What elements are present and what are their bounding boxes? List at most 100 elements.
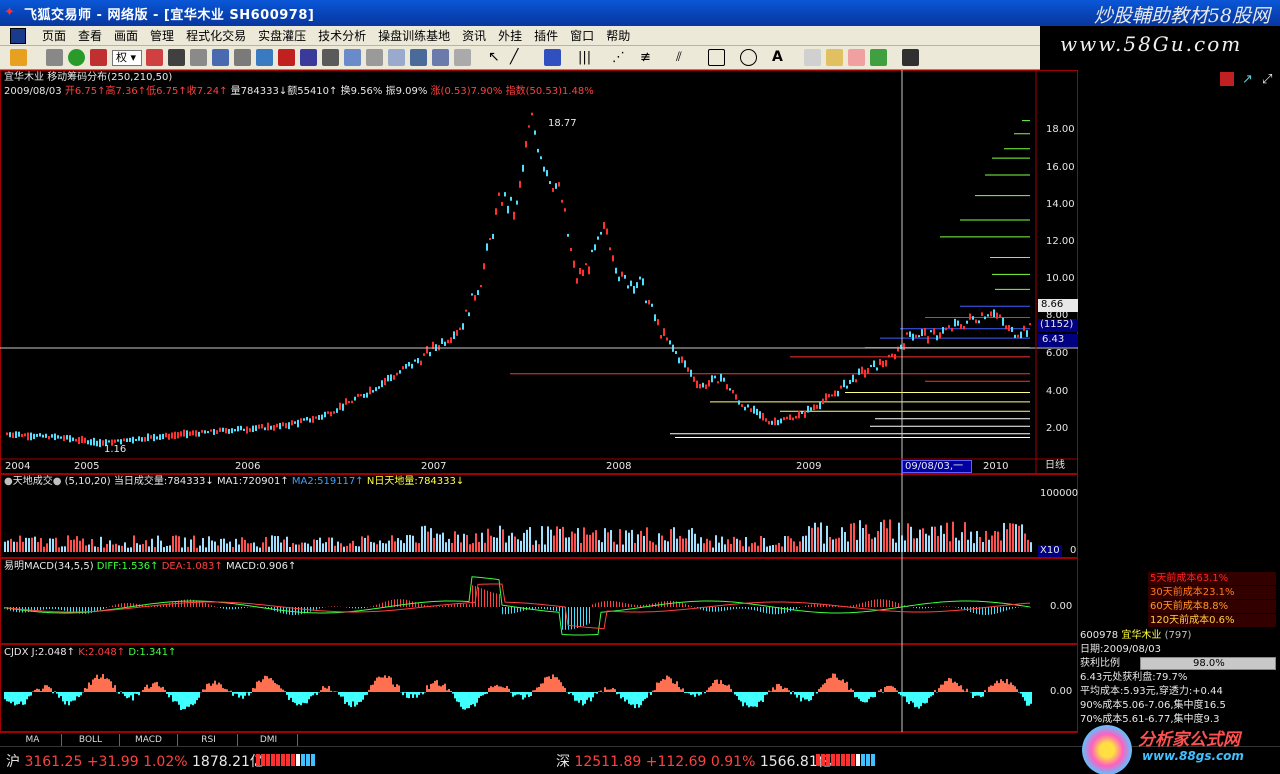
cjdx-bar	[20, 692, 22, 702]
volume-bar	[418, 543, 420, 552]
cjdx-bar	[612, 687, 614, 692]
volume-bar	[331, 537, 333, 552]
chart-indicator-name: 移动筹码分布	[47, 72, 108, 83]
sh-index[interactable]: 沪 3161.25 +31.99 1.02% 1878.21亿	[6, 751, 264, 771]
cjdx-bar	[714, 679, 716, 692]
volume-bar	[346, 545, 348, 552]
cjdx-bar	[268, 678, 270, 692]
y-tick-12: 12.00	[1046, 236, 1075, 247]
chip-stock-code: 600978	[1080, 630, 1119, 641]
cjdx-bar	[870, 692, 872, 697]
macd-hist-bar	[949, 606, 950, 607]
sz-label: 深	[556, 754, 570, 770]
volume-bar	[835, 538, 837, 552]
cjdx-bar	[502, 687, 504, 692]
volume-bar	[136, 543, 138, 552]
macd-hist-bar	[754, 607, 755, 611]
candle	[633, 285, 635, 294]
macd-hist-bar	[592, 604, 593, 607]
volume-bar	[715, 535, 717, 552]
cjdx-bar	[532, 690, 534, 692]
volume-bar	[316, 540, 318, 552]
period-label[interactable]: 日线	[1045, 460, 1065, 472]
macd-hist-bar	[118, 603, 119, 607]
cost-row-5d: 5天前成本63.1%	[1148, 572, 1276, 585]
cjdx-header: CJDX J:2.048↑ K:2.048↑ D:1.341↑	[4, 647, 177, 658]
macd-hist-bar	[175, 601, 176, 607]
volume-bar	[994, 531, 996, 552]
macd-hist-bar	[232, 607, 233, 610]
tab-dmi[interactable]: DMI	[240, 734, 298, 746]
tab-macd[interactable]: MACD	[120, 734, 178, 746]
cjdx-bar	[534, 690, 536, 692]
cjdx-bar	[728, 684, 730, 692]
candle	[180, 431, 182, 437]
panel-icon-3[interactable]: ⤢	[1262, 72, 1272, 87]
candle	[612, 255, 614, 262]
candle	[696, 380, 698, 389]
volume-bar	[139, 544, 141, 552]
cjdx-bar	[662, 679, 664, 692]
cjdx-bar	[194, 692, 196, 704]
candle	[549, 181, 551, 185]
y-tick-4: 4.00	[1046, 386, 1069, 397]
candle	[630, 280, 632, 287]
volume-bar	[163, 547, 165, 552]
cjdx-bar	[188, 692, 190, 707]
cjdx-bar	[94, 677, 96, 692]
candle	[246, 426, 248, 434]
panel-icon-2[interactable]: ↗	[1242, 72, 1253, 87]
tab-boll[interactable]: BOLL	[62, 734, 120, 746]
volume-bar	[403, 543, 405, 552]
cjdx-bar	[266, 676, 268, 692]
candle	[861, 366, 863, 374]
y-tick-6: 6.00	[1046, 348, 1069, 359]
cjdx-bar	[166, 692, 168, 694]
chip-stock-extra: (797)	[1164, 630, 1192, 641]
cjdx-bar	[494, 685, 496, 692]
cjdx-bar	[386, 677, 388, 692]
cjdx-bar	[240, 692, 242, 696]
macd-hist-bar	[586, 607, 587, 625]
cjdx-bar	[148, 688, 150, 692]
volume-bar	[325, 542, 327, 552]
cjdx-bar	[752, 692, 754, 707]
candle	[87, 440, 89, 445]
volume-bar	[22, 541, 24, 552]
candle	[165, 432, 167, 438]
candle	[462, 323, 464, 330]
candle	[531, 112, 533, 116]
cjdx-title: CJDX	[4, 647, 29, 658]
cjdx-bar	[918, 692, 920, 709]
cjdx-bar	[614, 689, 616, 692]
indicator-tabs: MA BOLL MACD RSI DMI	[0, 732, 1078, 746]
tab-rsi[interactable]: RSI	[180, 734, 238, 746]
cjdx-bar	[994, 683, 996, 692]
cjdx-bar	[368, 689, 370, 692]
candle	[564, 208, 566, 212]
cjdx-bar	[864, 692, 866, 703]
cjdx-bar	[402, 692, 404, 696]
candle	[528, 125, 530, 128]
volume-bar	[748, 546, 750, 552]
volume-bar	[952, 521, 954, 552]
tab-ma[interactable]: MA	[4, 734, 62, 746]
volume-bar	[589, 534, 591, 552]
cjdx-bar	[874, 692, 876, 698]
sz-index[interactable]: 深 12511.89 +112.69 0.91% 1566.81亿	[556, 751, 832, 771]
macd-hist-bar	[505, 607, 506, 615]
candle	[951, 327, 953, 332]
volume-bar	[259, 547, 261, 552]
cjdx-bar	[330, 690, 332, 692]
cjdx-bar	[998, 683, 1000, 692]
volume-bar	[1021, 524, 1023, 552]
panel-icon-1[interactable]	[1220, 72, 1234, 86]
volume-bar	[697, 543, 699, 552]
cjdx-bar	[710, 686, 712, 692]
candle	[762, 413, 764, 421]
volume-bar	[895, 542, 897, 552]
candle	[414, 359, 416, 362]
candle	[150, 435, 152, 439]
volume-bar	[565, 537, 567, 552]
volume-bar	[457, 534, 459, 552]
